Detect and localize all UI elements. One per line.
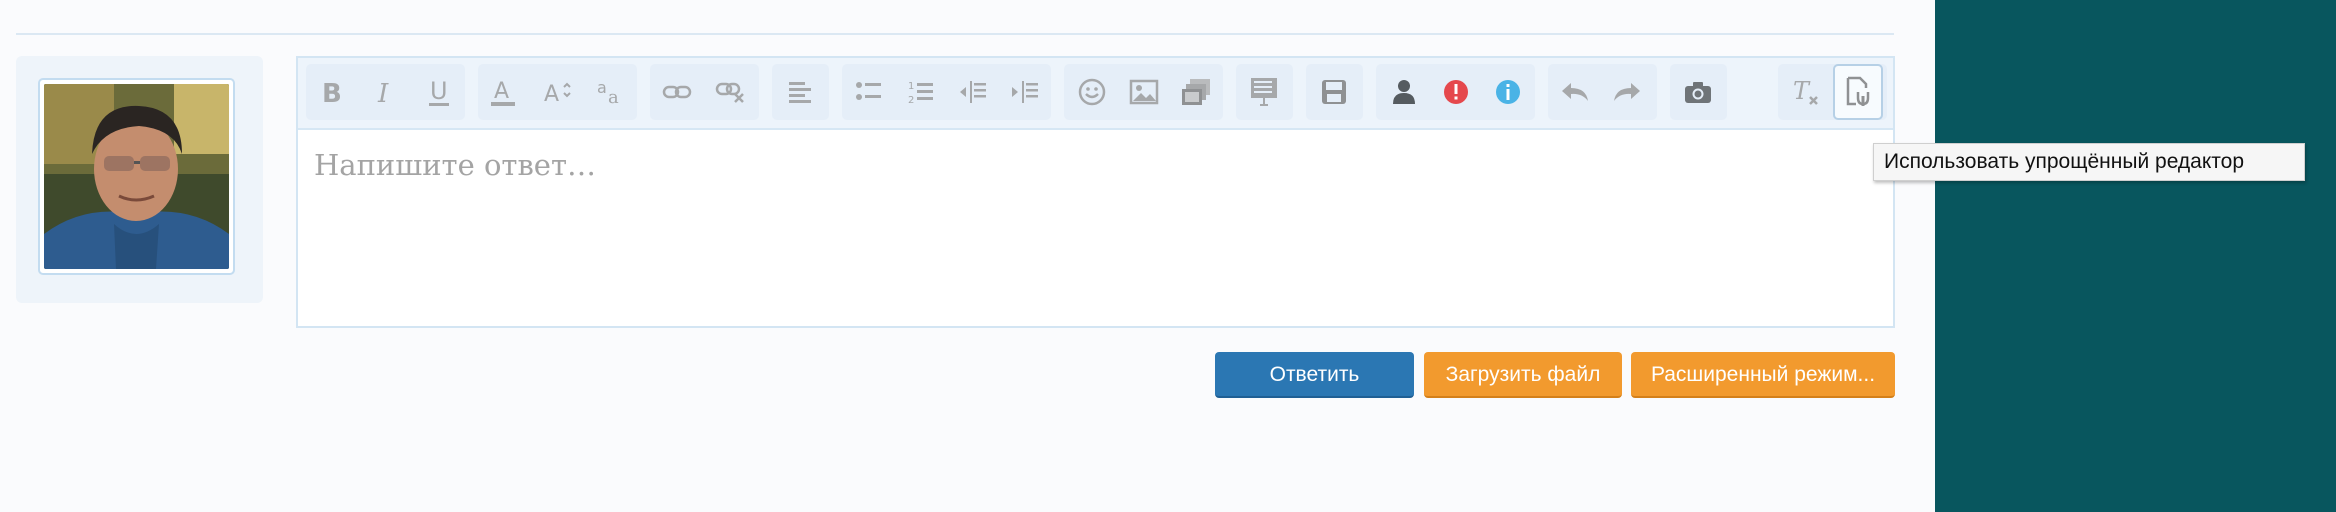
remove-format-icon: T	[1793, 77, 1818, 105]
svg-text:a: a	[608, 87, 619, 107]
image-icon	[1129, 79, 1159, 105]
svg-text:a: a	[597, 78, 607, 97]
font-family-icon: aa	[597, 78, 619, 107]
page-main: B I U A A aa 1 2 T Напишите ответ… Ответ…	[0, 0, 1935, 512]
bold-icon: B	[322, 79, 342, 107]
right-background-panel	[1935, 0, 2336, 512]
insert-button[interactable]	[1239, 64, 1289, 120]
smile-icon	[1078, 78, 1106, 106]
outdent-button[interactable]	[948, 64, 998, 120]
smilies-button[interactable]	[1067, 64, 1117, 120]
user-icon	[1393, 80, 1415, 104]
bulleted-list-icon	[856, 82, 881, 100]
divider	[16, 33, 1894, 35]
editor-toolbar: B I U A A aa 1 2 T	[298, 58, 1893, 130]
link-button[interactable]	[652, 64, 702, 120]
image-button[interactable]	[1119, 64, 1169, 120]
italic-button[interactable]: I	[360, 64, 410, 120]
simple-editor-icon	[1846, 76, 1870, 106]
user-button[interactable]	[1379, 64, 1429, 120]
info-icon	[1496, 80, 1520, 104]
svg-text:1: 1	[908, 81, 914, 92]
align-button[interactable]	[775, 64, 825, 120]
upload-file-button[interactable]: Загрузить файл	[1424, 352, 1622, 398]
reply-editor: B I U A A aa 1 2 T Напишите ответ…	[296, 56, 1895, 328]
avatar-panel	[16, 56, 263, 303]
warning-button[interactable]	[1431, 64, 1481, 120]
insert-icon	[1251, 78, 1277, 106]
remove-format-button[interactable]: T	[1781, 64, 1831, 120]
media-button[interactable]	[1171, 64, 1221, 120]
avatar-photo	[44, 84, 229, 269]
svg-text:2: 2	[908, 95, 914, 106]
redo-button[interactable]	[1602, 64, 1652, 120]
italic-icon: I	[377, 79, 389, 107]
indent-icon	[1012, 81, 1038, 103]
media-icon	[1182, 79, 1210, 105]
undo-button[interactable]	[1550, 64, 1600, 120]
drafts-button[interactable]	[1309, 64, 1359, 120]
reply-button[interactable]: Ответить	[1215, 352, 1414, 398]
simple-editor-button[interactable]	[1833, 64, 1883, 120]
link-icon	[662, 85, 692, 99]
font-size-button[interactable]: A	[532, 64, 582, 120]
svg-text:B: B	[322, 79, 342, 107]
camera-icon	[1685, 82, 1711, 103]
indent-button[interactable]	[1000, 64, 1050, 120]
numbered-list-button[interactable]: 12	[896, 64, 946, 120]
reply-placeholder: Напишите ответ…	[314, 148, 596, 182]
font-family-button[interactable]: aa	[586, 64, 636, 120]
reply-textarea[interactable]: Напишите ответ…	[298, 130, 1893, 326]
bulleted-list-button[interactable]	[844, 64, 894, 120]
font-size-icon: A	[544, 82, 571, 107]
info-button[interactable]	[1483, 64, 1533, 120]
avatar[interactable]	[38, 78, 235, 275]
undo-icon	[1562, 83, 1588, 101]
svg-text:U: U	[430, 77, 448, 105]
unlink-icon	[715, 82, 744, 103]
unlink-button[interactable]	[706, 64, 756, 120]
simple-editor-tooltip: Использовать упрощённый редактор	[1873, 143, 2305, 181]
svg-text:I: I	[377, 79, 389, 107]
text-color-button[interactable]: A	[478, 64, 528, 120]
svg-text:A: A	[494, 79, 509, 104]
save-icon	[1322, 80, 1346, 104]
underline-icon: U	[429, 77, 449, 106]
svg-text:A: A	[544, 82, 559, 107]
outdent-icon	[960, 81, 986, 103]
svg-text:T: T	[1793, 77, 1811, 105]
align-left-icon	[789, 82, 811, 103]
bold-button[interactable]: B	[306, 64, 356, 120]
redo-icon	[1614, 83, 1640, 101]
warning-icon	[1444, 80, 1468, 104]
underline-button[interactable]: U	[414, 64, 464, 120]
numbered-list-icon: 12	[908, 81, 933, 106]
text-color-icon: A	[491, 79, 515, 106]
advanced-mode-button[interactable]: Расширенный режим...	[1631, 352, 1895, 398]
camera-button[interactable]	[1673, 64, 1723, 120]
